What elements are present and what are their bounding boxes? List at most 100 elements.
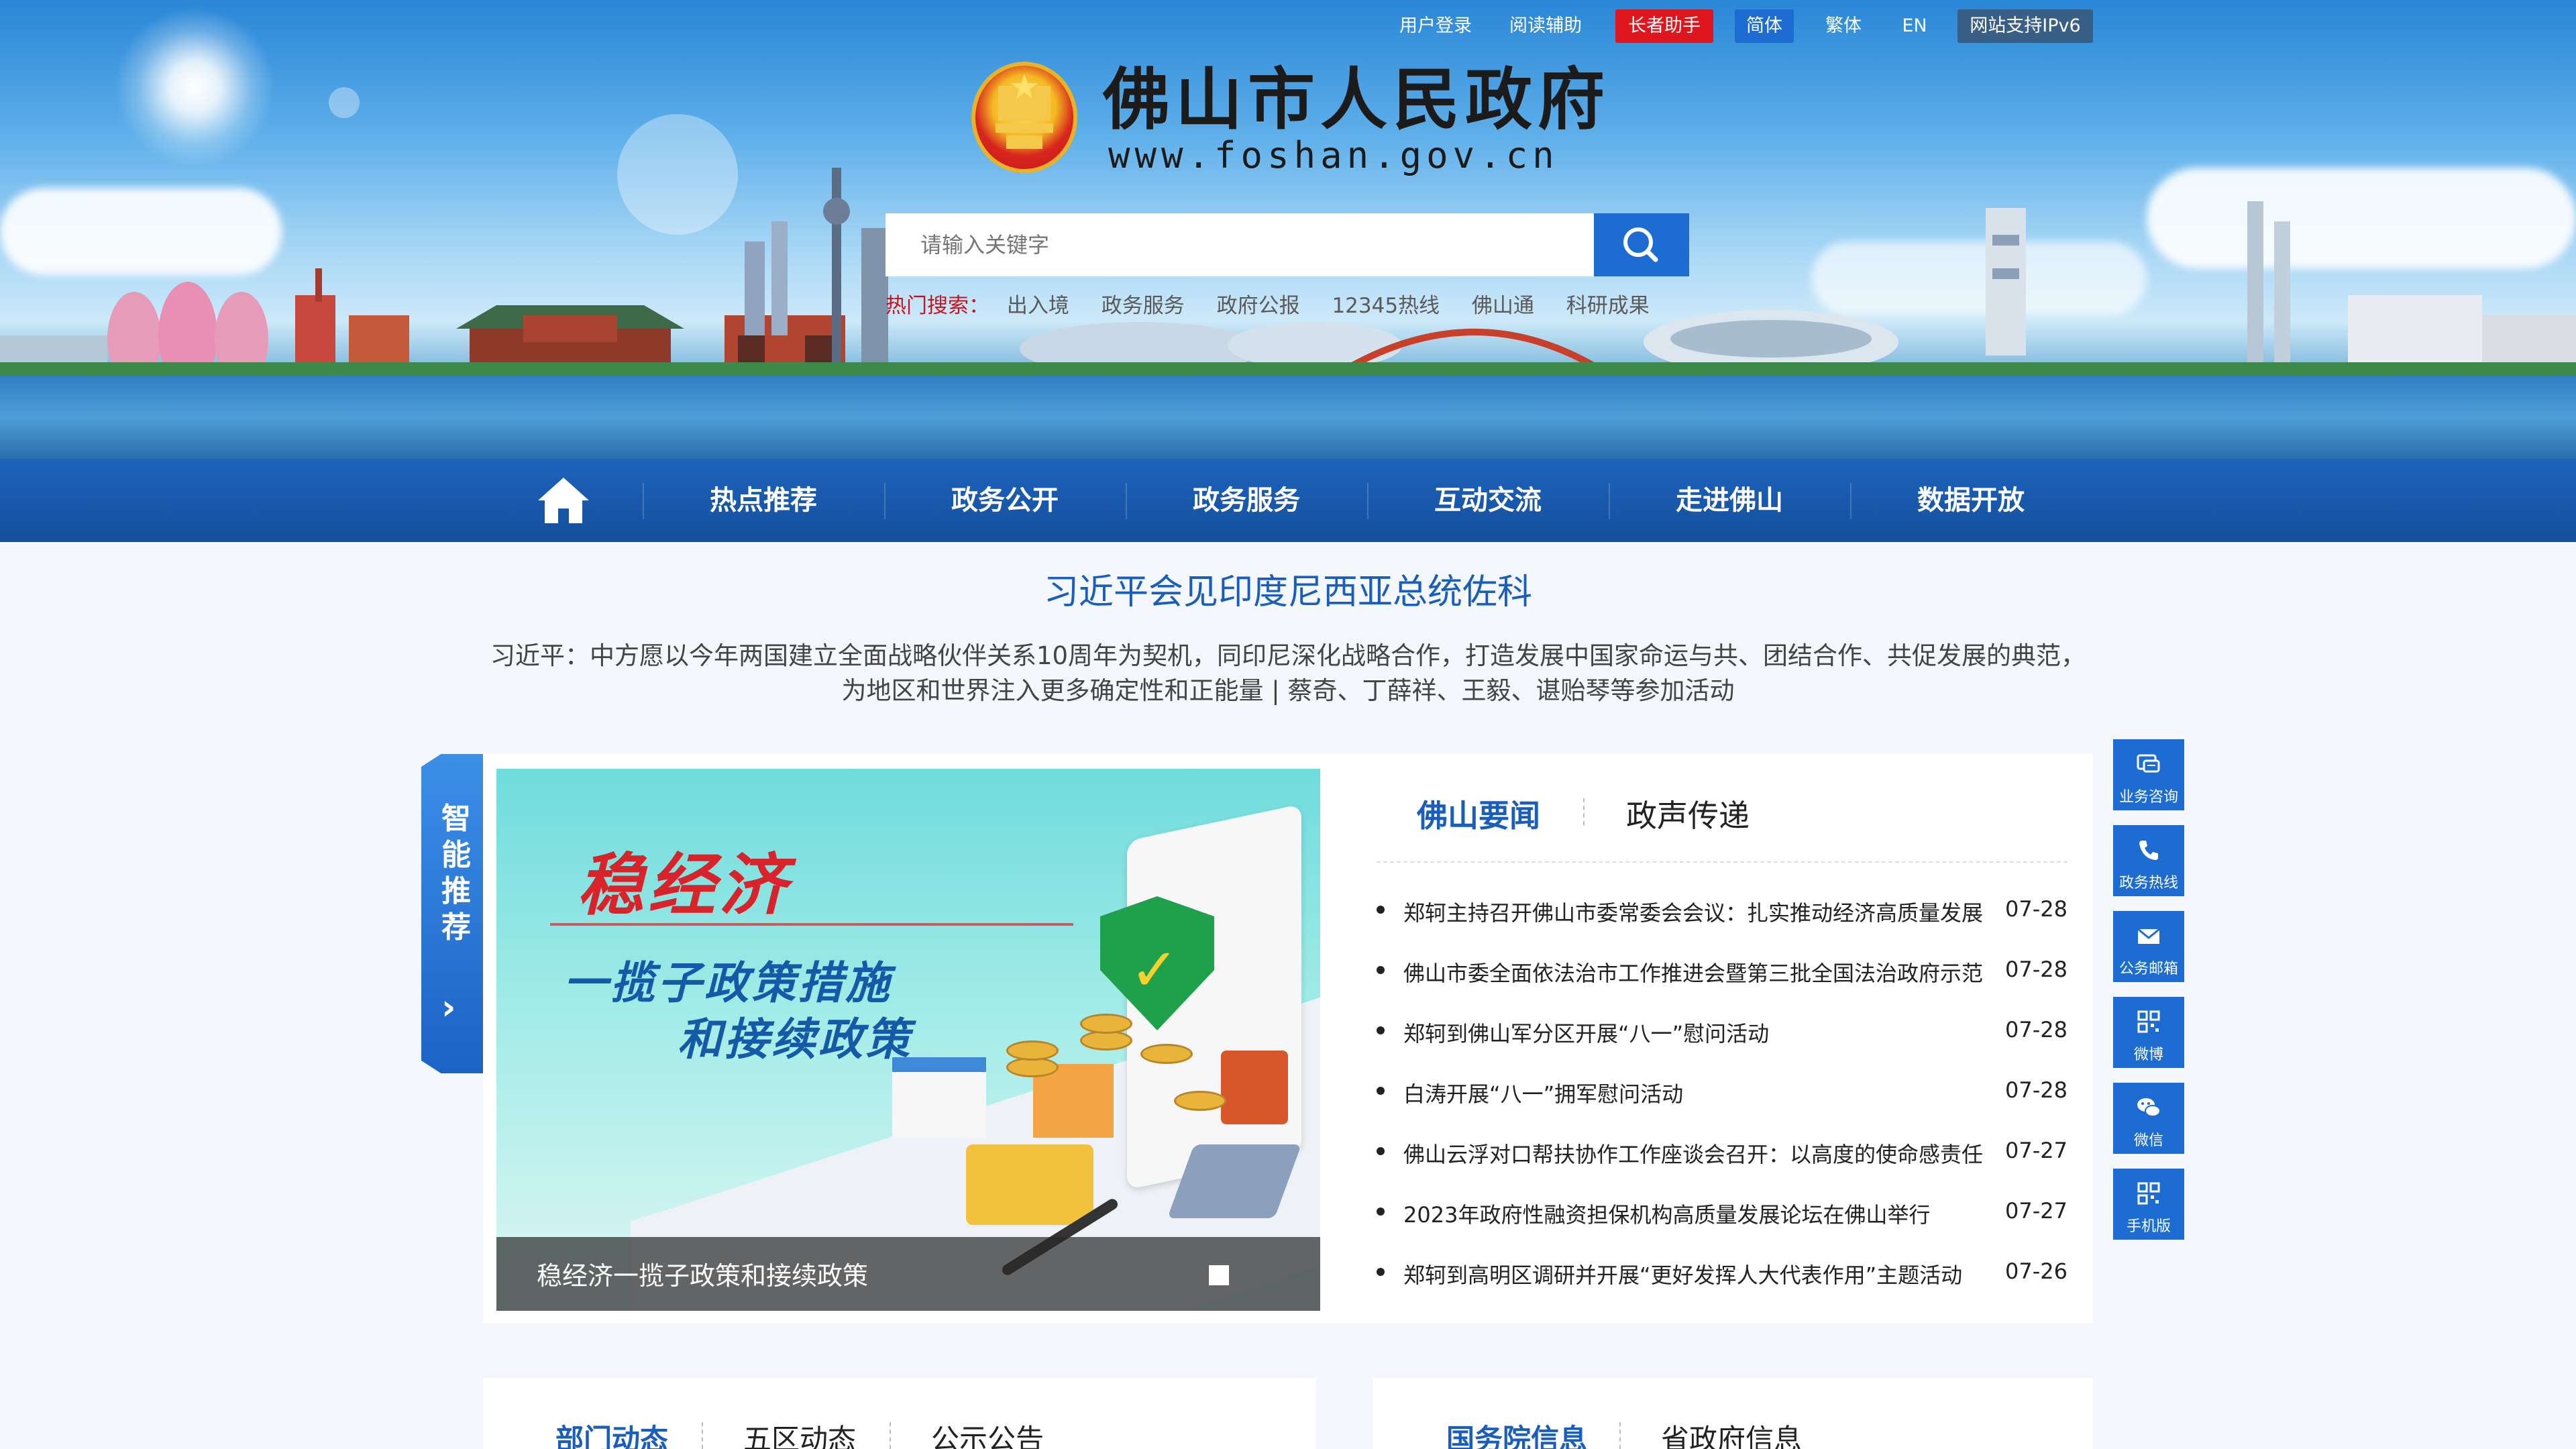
- check-icon: ✓: [1130, 935, 1179, 1004]
- news-date: 07-28: [2005, 1077, 2068, 1103]
- slide-caption[interactable]: 稳经济一揽子政策和接续政策: [537, 1255, 868, 1292]
- float-weibo-button[interactable]: 微博: [2113, 997, 2184, 1068]
- smart-recommend-label: 智能推荐: [441, 802, 471, 945]
- news-item[interactable]: 郑轲主持召开佛山市委常委会会议：扎实推动经济高质量发展 07-28: [1377, 887, 2068, 934]
- tab-gov-voice[interactable]: 政声传递: [1626, 792, 1750, 836]
- site-logo[interactable]: 佛山市人民政府 www.foshan.gov.cn: [971, 59, 1622, 180]
- news-title[interactable]: 郑轲主持召开佛山市委常委会会议：扎实推动经济高质量发展: [1403, 896, 1994, 927]
- news-item[interactable]: 白涛开展“八一”拥军慰问活动 07-28: [1377, 1068, 2068, 1115]
- nav-item-interaction[interactable]: 互动交流: [1367, 459, 1609, 542]
- chevron-right-icon: ›: [441, 987, 456, 1028]
- news-item[interactable]: 佛山市委全面依法治市工作推进会暨第三批全国法治政府示范 07-28: [1377, 947, 2068, 994]
- main-nav: 热点推荐 政务公开 政务服务 互动交流 走进佛山 数据开放: [0, 459, 2576, 542]
- bullet-icon: [1377, 1087, 1385, 1095]
- national-emblem-icon: [971, 62, 1077, 173]
- tab-dept-news[interactable]: 部门动态: [555, 1417, 668, 1449]
- slide-indicator[interactable]: [1209, 1265, 1229, 1285]
- news-date: 07-27: [2005, 1198, 2068, 1224]
- float-wechat-button[interactable]: 微信: [2113, 1083, 2184, 1154]
- slide-image-title: 稳经济: [577, 846, 790, 924]
- coin-illustration: [1140, 1044, 1193, 1064]
- news-date: 07-26: [2005, 1258, 2068, 1284]
- news-title[interactable]: 2023年政府性融资担保机构高质量发展论坛在佛山举行: [1403, 1198, 1994, 1229]
- float-mail-button[interactable]: 公务邮箱: [2113, 911, 2184, 982]
- headline-title[interactable]: 习近平会见印度尼西亚总统佐科: [0, 564, 2576, 614]
- site-url: www.foshan.gov.cn: [1108, 134, 1559, 176]
- search-button[interactable]: [1594, 213, 1689, 276]
- tab-district-news[interactable]: 五区动态: [743, 1417, 856, 1449]
- phone-icon: [2139, 841, 2158, 860]
- news-title[interactable]: 郑轲到高明区调研并开展“更好发挥人大代表作用”主题活动: [1403, 1258, 1994, 1289]
- tab-divider: [702, 1422, 703, 1449]
- tab-divider: [1583, 798, 1585, 825]
- news-item[interactable]: 郑轲到佛山军分区开展“八一”慰问活动 07-28: [1377, 1008, 2068, 1055]
- bullet-icon: [1377, 906, 1385, 914]
- hot-search-item[interactable]: 佛山通: [1472, 294, 1534, 318]
- english-button[interactable]: EN: [1893, 9, 1936, 43]
- headline-summary[interactable]: 习近平：中方愿以今年两国建立全面战略伙伴关系10周年为契机，同印尼深化战略合作，…: [483, 639, 2093, 708]
- qrcode-icon: [2137, 1010, 2160, 1033]
- truck-illustration: [966, 1144, 1093, 1225]
- nav-item-foshan[interactable]: 走进佛山: [1609, 459, 1850, 542]
- hot-search-item[interactable]: 政府公报: [1217, 294, 1300, 318]
- news-item[interactable]: 佛山云浮对口帮扶协作工作座谈会召开：以高度的使命感责任 07-27: [1377, 1128, 2068, 1175]
- float-label: 政务热线: [2118, 875, 2178, 892]
- tab-divider: [1619, 1422, 1621, 1449]
- float-mobile-button[interactable]: 手机版: [2113, 1169, 2184, 1240]
- news-date: 07-28: [2005, 957, 2068, 982]
- float-label: 微信: [2133, 1132, 2163, 1149]
- news-date: 07-28: [2005, 1017, 2068, 1042]
- tab-foshan-news[interactable]: 佛山要闻: [1417, 792, 1540, 836]
- tab-provincial-gov[interactable]: 省政府信息: [1661, 1417, 1802, 1449]
- float-consult-button[interactable]: 业务咨询: [2113, 739, 2184, 810]
- search-input[interactable]: [885, 213, 1594, 276]
- float-label: 手机版: [2126, 1218, 2171, 1235]
- simplified-chinese-button[interactable]: 简体: [1735, 9, 1794, 43]
- news-date: 07-28: [2005, 896, 2068, 922]
- tab-announcements[interactable]: 公示公告: [931, 1417, 1044, 1449]
- site-title: 佛山市人民政府: [1103, 60, 1610, 139]
- hot-search-label: 热门搜索：: [885, 294, 989, 318]
- shop-illustration: [892, 1057, 986, 1138]
- nav-item-open-gov[interactable]: 政务公开: [884, 459, 1126, 542]
- elder-assistant-button[interactable]: 长者助手: [1615, 9, 1713, 43]
- news-title[interactable]: 佛山云浮对口帮扶协作工作座谈会召开：以高度的使命感责任: [1403, 1138, 1994, 1169]
- hot-search-item[interactable]: 科研成果: [1566, 294, 1650, 318]
- mail-icon: [2137, 928, 2160, 944]
- hot-search-item[interactable]: 出入境: [1007, 294, 1069, 318]
- news-title[interactable]: 郑轲到佛山军分区开展“八一”慰问活动: [1403, 1017, 1994, 1048]
- news-item[interactable]: 郑轲到高明区调研并开展“更好发挥人大代表作用”主题活动 07-26: [1377, 1249, 2068, 1296]
- bullet-icon: [1377, 1026, 1385, 1034]
- coin-illustration: [1174, 1091, 1226, 1111]
- reading-aid-link[interactable]: 阅读辅助: [1505, 9, 1586, 43]
- bullet-icon: [1377, 1208, 1385, 1216]
- tab-state-council[interactable]: 国务院信息: [1446, 1417, 1587, 1449]
- header-banner: 用户登录 阅读辅助 长者助手 简体 繁体 EN 网站支持IPv6 佛山市人民政府…: [0, 0, 2576, 459]
- bullet-icon: [1377, 1268, 1385, 1276]
- coin-illustration: [1080, 1014, 1132, 1034]
- home-icon[interactable]: [537, 475, 590, 526]
- login-link[interactable]: 用户登录: [1395, 9, 1476, 43]
- news-title[interactable]: 佛山市委全面依法治市工作推进会暨第三批全国法治政府示范: [1403, 957, 1994, 987]
- news-item[interactable]: 2023年政府性融资担保机构高质量发展论坛在佛山举行 07-27: [1377, 1189, 2068, 1236]
- tab-divider: [890, 1422, 891, 1449]
- nav-item-hot[interactable]: 热点推荐: [643, 459, 884, 542]
- float-hotline-button[interactable]: 政务热线: [2113, 825, 2184, 896]
- smart-recommend-tab[interactable]: 智能推荐 ›: [421, 754, 483, 1073]
- slideshow[interactable]: ✓ 稳经济 一揽子政策措施 和接续政策 稳经济一揽子政策和接续政策: [496, 769, 1320, 1311]
- wechat-icon: [2137, 1098, 2161, 1117]
- slide-image-subtitle: 和接续政策: [678, 1014, 912, 1065]
- float-label: 业务咨询: [2118, 789, 2178, 806]
- news-date: 07-27: [2005, 1138, 2068, 1163]
- briefcase-illustration: [1221, 1051, 1288, 1124]
- nav-item-services[interactable]: 政务服务: [1126, 459, 1367, 542]
- news-title[interactable]: 白涛开展“八一”拥军慰问活动: [1403, 1077, 1994, 1108]
- hot-search-item[interactable]: 政务服务: [1102, 294, 1185, 318]
- nav-item-open-data[interactable]: 数据开放: [1850, 459, 2092, 542]
- traditional-chinese-button[interactable]: 繁体: [1817, 9, 1870, 43]
- bullet-icon: [1377, 1147, 1385, 1155]
- news-divider: [1377, 861, 2068, 863]
- hot-search-item[interactable]: 12345热线: [1332, 294, 1440, 318]
- float-label: 微博: [2133, 1046, 2163, 1063]
- consult-icon: [2137, 754, 2160, 773]
